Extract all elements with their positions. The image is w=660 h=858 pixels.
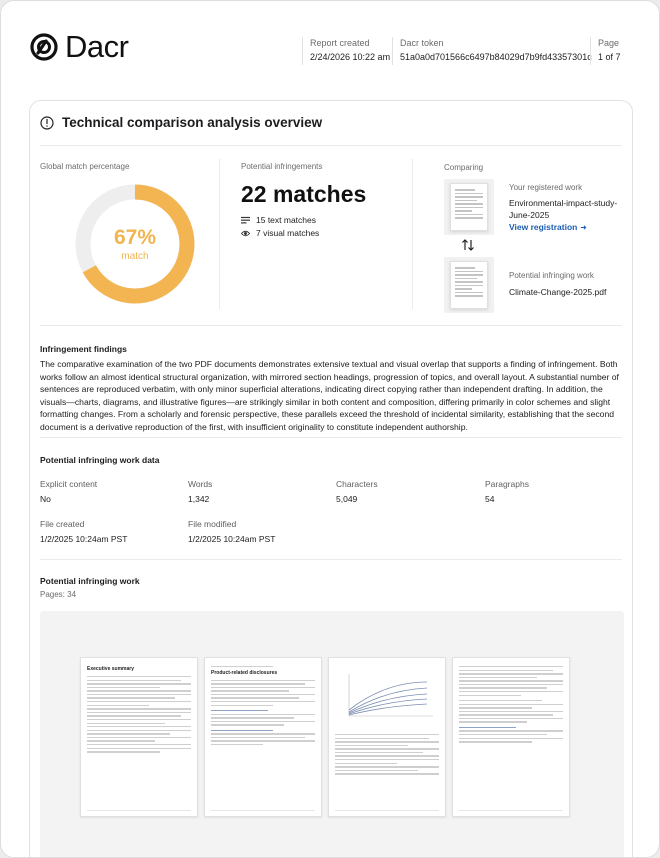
page-thumbnail[interactable]: Product-related disclosures (204, 657, 322, 817)
card-title: Technical comparison analysis overview (40, 115, 322, 130)
file-modified-value: 1/2/2025 10:24am PST (188, 534, 276, 544)
page-thumbnail[interactable] (452, 657, 570, 817)
token-meta: Dacr token 51a0a0d701566c6497b84029d7b9f… (392, 37, 592, 65)
brand-name: Dacr (65, 29, 129, 64)
page-thumbnail[interactable] (328, 657, 446, 817)
words-value: 1,342 (188, 494, 210, 504)
words-label: Words (188, 479, 213, 489)
preview-pages: Pages: 34 (40, 590, 77, 599)
donut-center: 67% match (74, 183, 196, 305)
characters-value: 5,049 (336, 494, 358, 504)
comparing-label: Comparing (444, 163, 484, 172)
global-match-label: Global match percentage (40, 162, 130, 171)
report-created-value: 2/24/2026 10:22 am (310, 51, 391, 62)
visual-matches: 7 visual matches (241, 228, 319, 238)
explicit-value: No (40, 494, 51, 504)
report-created-label: Report created (310, 38, 370, 48)
arrow-right-icon (581, 224, 587, 230)
card-title-text: Technical comparison analysis overview (62, 115, 323, 130)
text-lines-icon (241, 216, 250, 223)
infringing-name: Climate-Change-2025.pdf (509, 287, 607, 297)
paragraphs-label: Paragraphs (485, 479, 529, 489)
findings-body: The comparative examination of the two P… (40, 359, 619, 432)
text-matches: 15 text matches (241, 215, 316, 225)
visual-matches-label: 7 visual matches (256, 228, 320, 238)
paragraphs-value: 54 (485, 494, 495, 504)
report-page: Dacr Report created 2/24/2026 10:22 am D… (0, 0, 660, 858)
swap-arrows-icon (462, 239, 474, 251)
characters-label: Characters (336, 479, 378, 489)
column-divider (412, 159, 413, 309)
token-value: 51a0a0d701566c6497b84029d7b9fd43357301c (400, 51, 592, 62)
brand-logo: Dacr (29, 29, 129, 64)
preview-title: Potential infringing work (40, 576, 140, 586)
token-label: Dacr token (400, 38, 444, 48)
divider (40, 145, 622, 146)
registered-work-thumbnail[interactable] (450, 183, 488, 231)
work-data-title: Potential infringing work data (40, 455, 160, 465)
divider (40, 437, 622, 438)
file-modified-label: File modified (188, 519, 237, 529)
page-value: 1 of 7 (598, 51, 621, 62)
info-icon (40, 115, 54, 130)
explicit-label: Explicit content (40, 479, 98, 489)
column-divider (219, 159, 220, 309)
figure-chart-icon (348, 674, 433, 717)
match-donut: 67% match (74, 183, 196, 305)
divider (40, 559, 622, 560)
registered-label: Your registered work (509, 183, 583, 192)
page-meta: Page 1 of 7 (590, 37, 621, 65)
infringements-label: Potential infringements (241, 162, 323, 171)
view-registration-label: View registration (509, 222, 578, 232)
analysis-card: Technical comparison analysis overview G… (29, 100, 633, 857)
page-label: Page (598, 38, 620, 48)
view-registration-link[interactable]: View registration (509, 222, 587, 232)
registered-name: Environmental-impact-study-June-2025 (509, 198, 618, 221)
file-created-value: 1/2/2025 10:24am PST (40, 534, 128, 544)
infringing-work-thumbnail[interactable] (450, 261, 488, 309)
match-word: match (121, 250, 149, 262)
text-matches-label: 15 text matches (256, 215, 317, 225)
page-heading: Product-related disclosures (211, 669, 278, 676)
divider (40, 325, 622, 326)
findings-title: Infringement findings (40, 344, 127, 354)
page-gallery: Executive summary Product-related disclo… (40, 611, 624, 857)
matches-count: 22 matches (241, 181, 367, 207)
file-created-label: File created (40, 519, 85, 529)
match-percent: 67% (113, 225, 157, 249)
infringing-label: Potential infringing work (509, 271, 594, 280)
page-thumbnail[interactable]: Executive summary (80, 657, 198, 817)
dacr-logo-icon (30, 32, 58, 61)
page-heading: Executive summary (87, 666, 134, 672)
report-created-meta: Report created 2/24/2026 10:22 am (302, 37, 390, 65)
eye-icon (241, 230, 250, 236)
